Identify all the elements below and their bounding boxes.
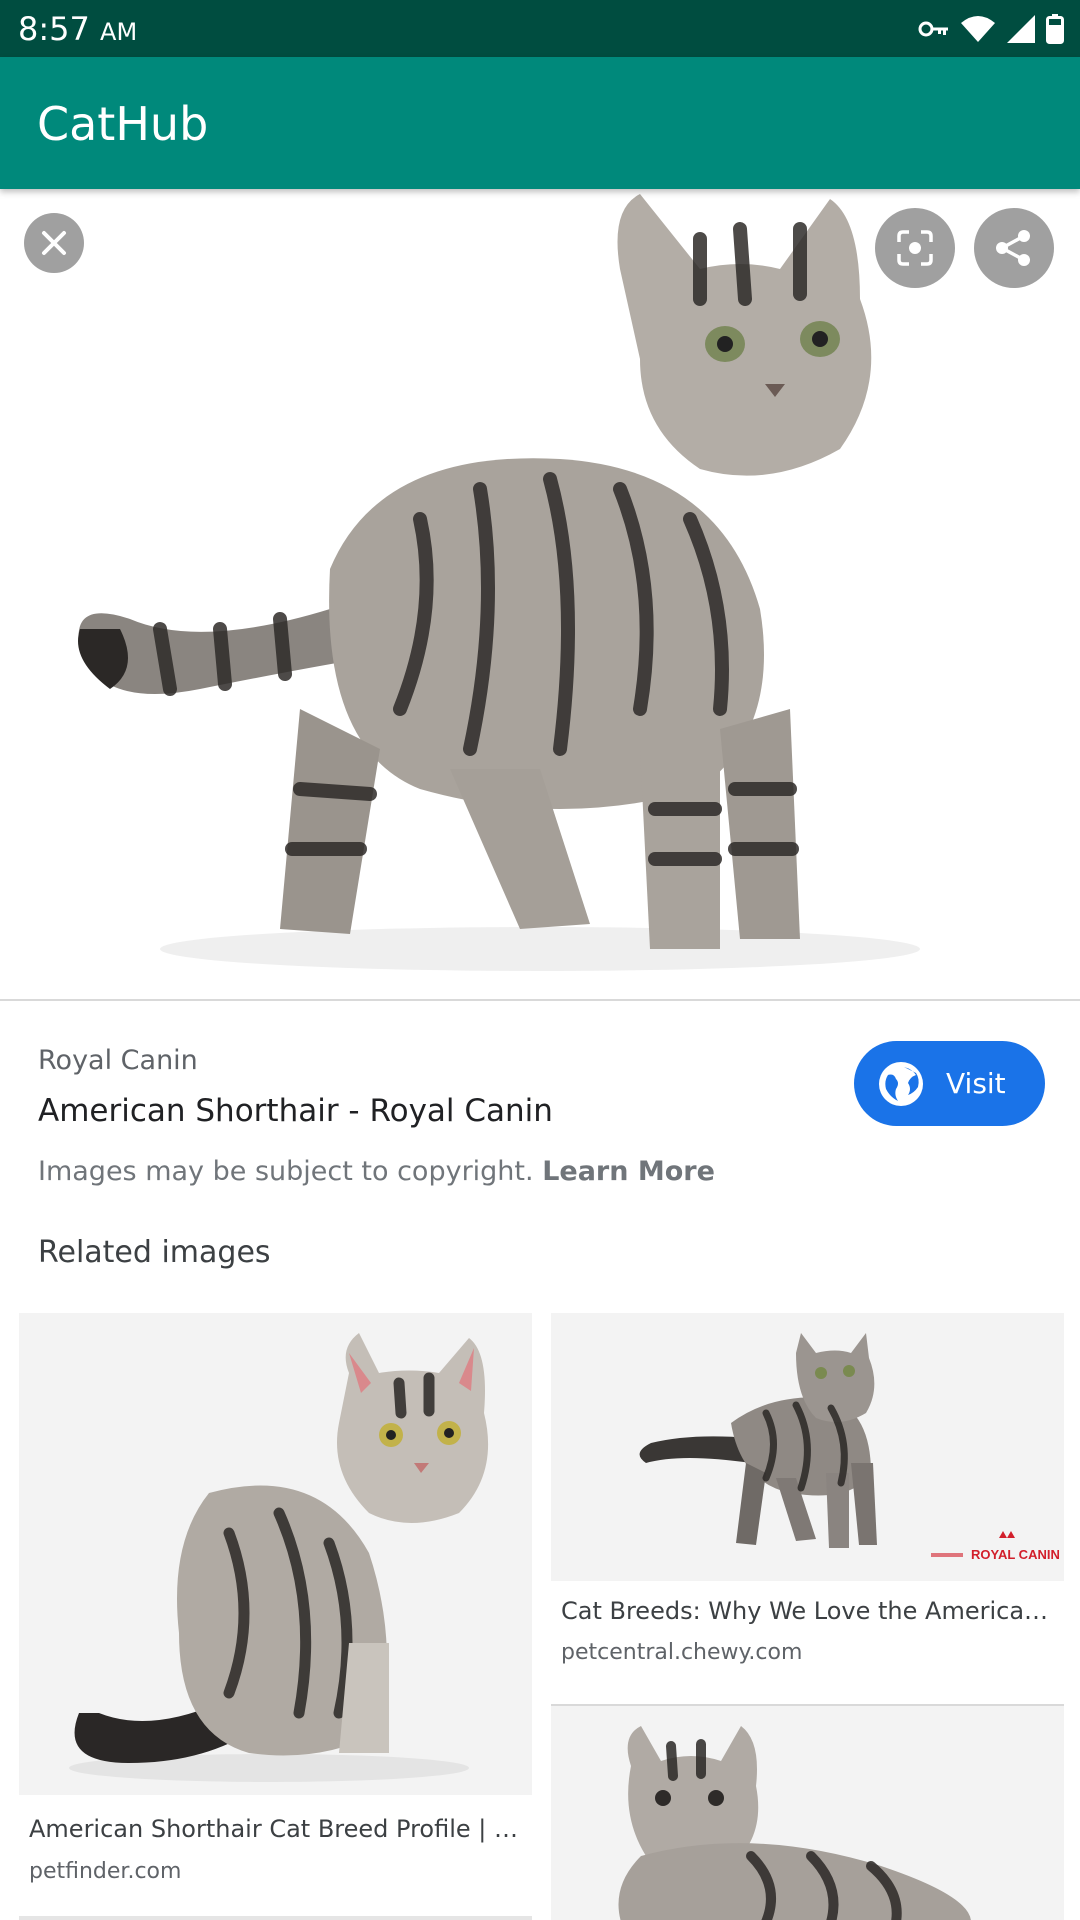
related-item[interactable]: ROYAL CANIN Cat Breeds: Why We Love the … — [551, 1313, 1064, 1673]
standing-cat-image: ROYAL CANIN — [639, 1333, 1060, 1562]
share-button[interactable] — [974, 208, 1054, 288]
related-domain: petfinder.com — [29, 1859, 182, 1884]
sitting-cat-image — [69, 1333, 489, 1782]
related-heading: Related images — [38, 1235, 271, 1270]
visit-label: Visit — [946, 1067, 1006, 1100]
copyright-text: Images may be subject to copyright. — [38, 1156, 534, 1187]
status-time: 8:57 AM — [18, 10, 138, 48]
royal-canin-logo: ROYAL CANIN — [971, 1547, 1060, 1562]
related-domain: petcentral.chewy.com — [561, 1640, 803, 1665]
app-title: CatHub — [37, 97, 209, 151]
cat-image[interactable] — [0, 189, 1080, 1001]
related-caption: Cat Breeds: Why We Love the American S..… — [561, 1597, 1056, 1625]
image-viewer — [0, 189, 1080, 1001]
globe-icon — [879, 1061, 923, 1106]
learn-more-link[interactable]: Learn More — [542, 1156, 715, 1187]
result-title[interactable]: American Shorthair - Royal Canin — [38, 1093, 553, 1129]
app-bar: CatHub — [0, 57, 1080, 189]
source-name: Royal Canin — [38, 1045, 198, 1076]
related-image: ROYAL CANIN — [551, 1313, 1064, 1581]
status-icons — [918, 12, 1064, 46]
related-caption: American Shorthair Cat Breed Profile | P… — [29, 1815, 524, 1843]
related-item[interactable]: American Shorthair Cat Breed Profile | P… — [19, 1313, 532, 1920]
related-item-edge — [19, 1916, 532, 1920]
vpn-key-icon — [918, 21, 948, 37]
battery-icon — [1046, 14, 1064, 44]
cat-image-partial — [618, 1726, 971, 1920]
close-icon — [42, 231, 66, 255]
share-icon — [996, 230, 1030, 266]
visit-button[interactable]: Visit — [854, 1041, 1045, 1126]
wifi-icon — [961, 16, 995, 42]
close-button[interactable] — [24, 213, 84, 273]
related-item[interactable] — [551, 1704, 1064, 1920]
related-image — [19, 1313, 532, 1795]
signal-icon — [1007, 15, 1035, 43]
lens-button[interactable] — [875, 208, 955, 288]
copyright-notice: Images may be subject to copyright. Lear… — [38, 1156, 715, 1187]
related-image — [551, 1704, 1064, 1920]
status-bar: 8:57 AM — [0, 0, 1080, 57]
lens-icon — [897, 230, 933, 266]
